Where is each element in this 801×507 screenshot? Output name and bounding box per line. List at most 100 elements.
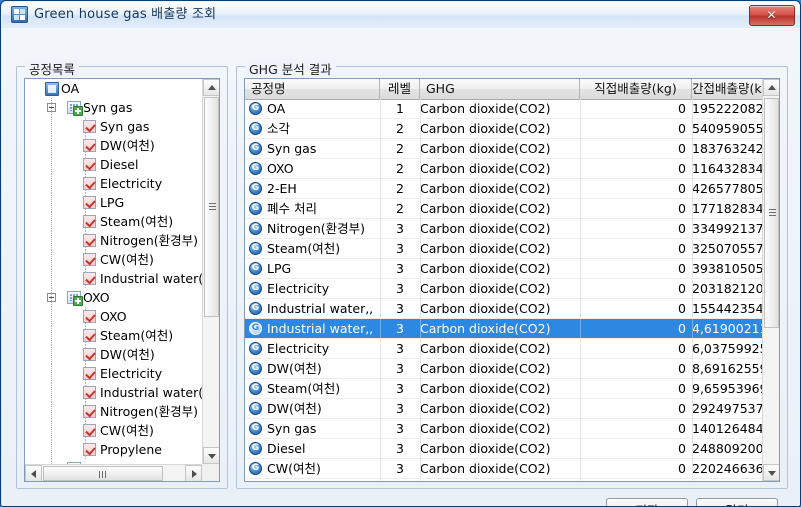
- checkbox-checked-icon[interactable]: [83, 120, 96, 133]
- cell-separator: [420, 119, 421, 138]
- tree-connector-line: [51, 288, 52, 307]
- checkbox-checked-icon[interactable]: [83, 215, 96, 228]
- grid-scroll-up-button[interactable]: [763, 79, 779, 96]
- grid-column-header[interactable]: 공정명: [245, 79, 380, 99]
- cell-separator: [420, 339, 421, 358]
- tree-item[interactable]: Propylene: [25, 440, 203, 459]
- tree-item[interactable]: Steam(여천): [25, 326, 203, 345]
- tree-scroll-left-button[interactable]: [25, 465, 42, 481]
- tree-item[interactable]: Electricity: [25, 364, 203, 383]
- table-cell-level: 3: [396, 381, 404, 396]
- close-button[interactable]: 닫기: [696, 498, 778, 506]
- cell-separator: [580, 219, 581, 238]
- tree-item[interactable]: OXO: [25, 307, 203, 326]
- tree-horizontal-scrollbar[interactable]: [25, 464, 202, 481]
- checkbox-checked-icon[interactable]: [83, 139, 96, 152]
- grid-vertical-scroll-thumb[interactable]: [764, 98, 779, 328]
- table-row[interactable]: Syn gas 3 Carbon dioxide(CO2) 0 140126484071…: [245, 419, 764, 439]
- tree-item[interactable]: Nitrogen(환경부): [25, 231, 203, 250]
- checkbox-checked-icon[interactable]: [83, 329, 96, 342]
- table-row[interactable]: OXO 2 Carbon dioxide(CO2) 0 1164328341,2224: [245, 159, 764, 179]
- cell-separator: [420, 439, 421, 458]
- cell-separator: [380, 319, 381, 338]
- checkbox-checked-icon[interactable]: [83, 386, 96, 399]
- table-row[interactable]: Diesel 3 Carbon dioxide(CO2) 0 24880920059,1…: [245, 439, 764, 459]
- tree-scroll-down-button[interactable]: [203, 447, 219, 464]
- checkbox-checked-icon[interactable]: [83, 158, 96, 171]
- table-row[interactable]: Industrial water,, 3 Carbon dioxide(CO2) 01…: [245, 299, 764, 319]
- ghg-result-grid[interactable]: 공정명레벨GHG직접배출량(kg)간접배출량(kg) OA 1 Carbon dio…: [244, 78, 780, 482]
- table-row[interactable]: OA 1 Carbon dioxide(CO2) 0 19522208270922,7: [245, 99, 764, 119]
- tree-item[interactable]: LPG: [25, 193, 203, 212]
- tree-vertical-scrollbar[interactable]: [202, 79, 219, 464]
- table-cell-indirect: 1164328341,2224: [692, 161, 764, 176]
- table-row[interactable]: DW(여천) 3 Carbon dioxide(CO2) 0 8,69162559985…: [245, 359, 764, 379]
- tree-item[interactable]: OA: [25, 79, 203, 98]
- table-cell-level: 3: [396, 241, 404, 256]
- grid-vertical-scrollbar[interactable]: [762, 79, 779, 481]
- tree-scroll-right-button[interactable]: [185, 465, 202, 481]
- tree-item[interactable]: Syn gas: [25, 98, 203, 117]
- cell-separator: [380, 219, 381, 238]
- table-cell-level: 3: [396, 221, 404, 236]
- tree-item[interactable]: CW(여천): [25, 421, 203, 440]
- table-row[interactable]: DW(여천) 3 Carbon dioxide(CO2) 0 29249753798,6…: [245, 399, 764, 419]
- tree-scroll-up-button[interactable]: [203, 79, 219, 96]
- table-row[interactable]: Syn gas 2 Carbon dioxide(CO2) 0 183763242466…: [245, 139, 764, 159]
- table-row[interactable]: Electricity 3 Carbon dioxide(CO2) 0 20318212…: [245, 279, 764, 299]
- checkbox-checked-icon[interactable]: [83, 367, 96, 380]
- grid-column-header[interactable]: 직접배출량(kg): [580, 79, 692, 99]
- grid-scroll-down-button[interactable]: [763, 464, 779, 481]
- checkbox-checked-icon[interactable]: [83, 348, 96, 361]
- ghg-globe-icon: [249, 422, 262, 435]
- cell-separator: [420, 99, 421, 118]
- tree-item[interactable]: Steam(여천): [25, 212, 203, 231]
- tree-item[interactable]: Syn gas: [25, 117, 203, 136]
- table-cell-ghg: Carbon dioxide(CO2): [420, 401, 551, 416]
- table-row[interactable]: 가성소다(Caust,,2Carbon dioxide(CO2)01368438…: [245, 479, 764, 481]
- tree-item[interactable]: Diesel: [25, 155, 203, 174]
- table-row[interactable]: Nitrogen(환경부) 3 Carbon dioxide(CO2) 0 334992…: [245, 219, 764, 239]
- table-cell-direct: 0: [678, 441, 686, 456]
- checkbox-checked-icon[interactable]: [83, 272, 96, 285]
- table-row[interactable]: LPG 3 Carbon dioxide(CO2) 0 3938105052418,31: [245, 259, 764, 279]
- grid-column-header[interactable]: GHG: [420, 79, 580, 99]
- tree-vertical-scroll-thumb[interactable]: [204, 97, 219, 317]
- tree-item[interactable]: Electricity: [25, 174, 203, 193]
- tree-item[interactable]: DW(여천): [25, 345, 203, 364]
- tree-horizontal-scroll-thumb[interactable]: [43, 466, 163, 481]
- save-button[interactable]: 저장: [606, 498, 688, 506]
- cell-separator: [380, 279, 381, 298]
- tree-item[interactable]: Industrial water(jun-: [25, 269, 203, 288]
- tree-item[interactable]: Industrial water(jun-: [25, 383, 203, 402]
- tree-item[interactable]: DW(여천): [25, 136, 203, 155]
- checkbox-checked-icon[interactable]: [83, 196, 96, 209]
- process-tree[interactable]: OA Syn gas Syn gas DW(여천) Diesel Electricity L…: [24, 78, 220, 482]
- checkbox-checked-icon[interactable]: [83, 424, 96, 437]
- table-cell-level: 3: [396, 401, 404, 416]
- tree-item[interactable]: Nitrogen(환경부): [25, 402, 203, 421]
- checkbox-checked-icon[interactable]: [83, 234, 96, 247]
- checkbox-checked-icon[interactable]: [83, 310, 96, 323]
- window-title: Green house gas 배출량 조회: [34, 7, 217, 22]
- grid-column-header[interactable]: 간접배출량(kg): [692, 79, 764, 99]
- table-row[interactable]: 폐수 처리 2 Carbon dioxide(CO2) 0 177182834031,7…: [245, 199, 764, 219]
- tree-item[interactable]: OXO: [25, 288, 203, 307]
- window-close-button[interactable]: ✕: [749, 5, 795, 26]
- table-row[interactable]: Steam(여천) 3 Carbon dioxide(CO2) 0 3250705575…: [245, 239, 764, 259]
- cell-separator: [580, 259, 581, 278]
- checkbox-checked-icon[interactable]: [83, 443, 96, 456]
- table-row[interactable]: Electricity 3 Carbon dioxide(CO2) 0 6,037599…: [245, 339, 764, 359]
- table-row[interactable]: 소각 2 Carbon dioxide(CO2) 0 540959055949,865: [245, 119, 764, 139]
- tree-connector-line: [51, 421, 52, 440]
- checkbox-checked-icon[interactable]: [83, 405, 96, 418]
- cell-separator: [692, 339, 693, 358]
- checkbox-checked-icon[interactable]: [83, 253, 96, 266]
- checkbox-checked-icon[interactable]: [83, 177, 96, 190]
- tree-item[interactable]: CW(여천): [25, 250, 203, 269]
- table-row[interactable]: 2-EH 2 Carbon dioxide(CO2) 0 426577805932,75…: [245, 179, 764, 199]
- table-row[interactable]: Steam(여천) 3 Carbon dioxide(CO2) 0 9,65953969…: [245, 379, 764, 399]
- table-row[interactable]: Industrial water,, 3 Carbon dioxide(CO2) 04…: [245, 319, 764, 339]
- grid-column-header[interactable]: 레벨: [380, 79, 420, 99]
- table-row[interactable]: CW(여천)3Carbon dioxide(CO2)022024663637,2…: [245, 459, 764, 479]
